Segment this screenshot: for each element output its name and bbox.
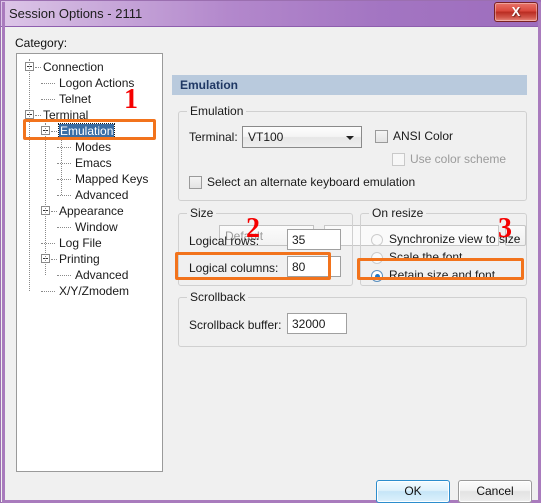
tree-guide-line: [29, 59, 31, 291]
use-color-scheme-label: Use color scheme: [410, 152, 507, 166]
tree-item-label: Appearance: [59, 204, 124, 218]
settings-panel: Emulation Emulation Terminal: VT100 ANSI…: [172, 53, 527, 472]
checkbox-box: [189, 176, 202, 189]
scrollback-buffer-value: 32000: [292, 317, 326, 331]
tree-item-label: Telnet: [59, 92, 92, 106]
window-title: Session Options - 2111: [9, 6, 143, 21]
tree-item-label: Window: [75, 220, 118, 234]
tree-guide-line: [45, 123, 47, 275]
tree-item-label: Mapped Keys: [75, 172, 149, 186]
category-label: Category:: [15, 36, 68, 50]
tree-item-label: Printing: [59, 252, 100, 266]
category-tree: Connection Logon Actions Telnet Terminal Emu…: [17, 54, 162, 299]
tree-item-label: Emacs: [75, 156, 112, 170]
tree-item-label: Modes: [75, 140, 112, 154]
scrollback-buffer-label: Scrollback buffer:: [189, 318, 282, 332]
scrollback-group: Scrollback Scrollback buffer: 32000: [178, 290, 527, 347]
radio-circle: [371, 270, 383, 282]
tree-item-terminal[interactable]: Terminal: [17, 107, 162, 123]
tree-item-emulation[interactable]: Emulation: [17, 123, 162, 139]
size-group: Size Logical rows: 35 Logical columns: 8…: [178, 206, 353, 286]
scrollback-group-legend: Scrollback: [187, 290, 249, 304]
tree-item-label: Connection: [43, 60, 104, 74]
chevron-down-icon: [346, 136, 354, 140]
tree-item-printing[interactable]: Printing: [17, 251, 162, 267]
ok-button[interactable]: OK: [376, 480, 450, 503]
emulation-group-legend: Emulation: [187, 104, 247, 118]
tree-item-emacs[interactable]: Emacs: [17, 155, 162, 171]
tree-item-window[interactable]: Window: [17, 219, 162, 235]
scrollback-buffer-input[interactable]: 32000: [287, 313, 347, 334]
dialog-body: Category: Connection Logon Actions Telnet T…: [5, 28, 538, 503]
radio-label: Scale the font: [389, 250, 463, 264]
logical-columns-label: Logical columns:: [189, 261, 279, 275]
logical-columns-input[interactable]: 80: [287, 256, 341, 277]
logical-rows-value: 35: [292, 233, 306, 247]
category-tree-panel[interactable]: Connection Logon Actions Telnet Terminal Emu…: [16, 53, 163, 472]
cancel-button[interactable]: Cancel: [458, 480, 532, 503]
tree-item-telnet[interactable]: Telnet: [17, 91, 162, 107]
tree-item-appearance[interactable]: Appearance: [17, 203, 162, 219]
panel-header: Emulation: [172, 75, 527, 95]
tree-item-log-file[interactable]: Log File: [17, 235, 162, 251]
tree-item-advanced[interactable]: Advanced: [17, 267, 162, 283]
tree-item-label: Advanced: [75, 188, 129, 202]
tree-guide-line: [61, 139, 63, 195]
logical-rows-input[interactable]: 35: [287, 229, 341, 250]
panel-header-title: Emulation: [180, 78, 239, 92]
radio-circle: [371, 252, 383, 264]
logical-columns-value: 80: [292, 260, 306, 274]
tree-item-x-y-zmodem[interactable]: X/Y/Zmodem: [17, 283, 162, 299]
terminal-label: Terminal:: [189, 130, 238, 144]
tree-item-label: Log File: [59, 236, 102, 250]
tree-item-label: Advanced: [75, 268, 129, 282]
on-resize-group-legend: On resize: [369, 206, 427, 220]
ansi-color-label: ANSI Color: [393, 129, 454, 143]
tree-item-label: X/Y/Zmodem: [59, 284, 130, 298]
terminal-combobox[interactable]: VT100: [242, 126, 362, 148]
session-options-dialog: Session Options - 2111 X Category: Conne…: [0, 0, 541, 503]
alternate-keyboard-label: Select an alternate keyboard emulation: [207, 175, 416, 189]
tree-item-modes[interactable]: Modes: [17, 139, 162, 155]
emulation-group: Emulation Terminal: VT100 ANSI Color Use…: [178, 104, 527, 201]
annotation-number-1: 1: [124, 84, 138, 115]
tree-item-label: Emulation: [57, 123, 116, 139]
annotation-number-3: 3: [498, 213, 512, 244]
tree-item-text: Emulation: [41, 123, 116, 139]
close-button[interactable]: X: [494, 2, 538, 22]
size-group-legend: Size: [187, 206, 217, 220]
radio-label: Retain size and font: [389, 268, 496, 282]
terminal-combobox-value: VT100: [248, 130, 284, 144]
annotation-number-2: 2: [246, 213, 260, 244]
tree-item-logon-actions[interactable]: Logon Actions: [17, 75, 162, 91]
tree-item-label: Logon Actions: [59, 76, 135, 90]
close-icon: X: [511, 4, 521, 19]
checkbox-box: [392, 153, 405, 166]
tree-item-connection[interactable]: Connection: [17, 59, 162, 75]
checkbox-box: [375, 130, 388, 143]
tree-item-mapped-keys[interactable]: Mapped Keys: [17, 171, 162, 187]
radio-circle: [371, 234, 383, 246]
title-bar: Session Options - 2111 X: [1, 1, 541, 27]
tree-item-advanced[interactable]: Advanced: [17, 187, 162, 203]
tree-item-label: Terminal: [43, 108, 89, 122]
